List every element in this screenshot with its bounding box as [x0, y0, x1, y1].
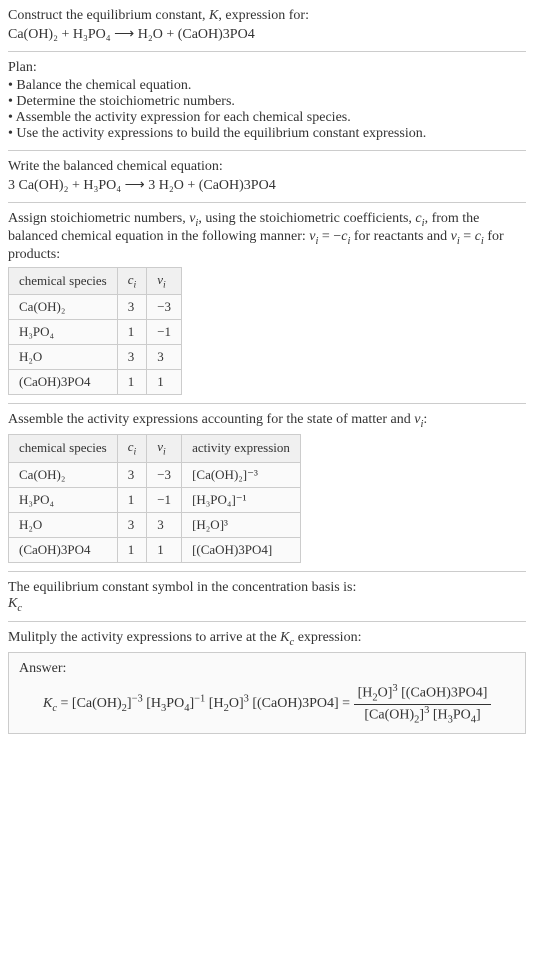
answer-expression: Kc = [Ca(OH)2]−3 [H3PO4]−1 [H2O]3 [(CaOH… [19, 683, 515, 725]
answer-fraction: [H2O]3 [(CaOH)3PO4] [Ca(OH)2]3 [H3PO4] [354, 683, 492, 725]
balanced-equation: 3 Ca(OH)₂ + H₃PO₄ ⟶ 3 H₂O + (CaOH)3PO4 [8, 177, 526, 194]
kc-symbol: Kc [8, 596, 526, 614]
table-row: H₃PO₄ 1 −1 [H₃PO₄]⁻¹ [9, 487, 301, 512]
table-row: H₂O 3 3 [H₂O]³ [9, 512, 301, 537]
table-row: Ca(OH)₂ 3 −3 [Ca(OH)₂]⁻³ [9, 462, 301, 487]
plan-heading: Plan: [8, 60, 526, 76]
fraction-denominator: [Ca(OH)2]3 [H3PO4] [354, 705, 492, 725]
col-species: chemical species [9, 434, 118, 462]
plan-section: Plan: Balance the chemical equation. Det… [8, 60, 526, 142]
plan-item: Assemble the activity expression for eac… [8, 110, 526, 126]
stoich-table: chemical species ci νi Ca(OH)₂ 3 −3 H₃PO… [8, 267, 182, 396]
table-row: H₂O 3 3 [9, 345, 182, 370]
plan-item: Use the activity expressions to build th… [8, 126, 526, 142]
plan-item: Determine the stoichiometric numbers. [8, 94, 526, 110]
table-row: (CaOH)3PO4 1 1 [(CaOH)3PO4] [9, 537, 301, 562]
multiply-section: Mulitply the activity expressions to arr… [8, 630, 526, 734]
stoich-section: Assign stoichiometric numbers, νi, using… [8, 211, 526, 395]
stoich-text: Assign stoichiometric numbers, νi, using… [8, 211, 526, 263]
activity-table: chemical species ci νi activity expressi… [8, 434, 301, 563]
col-vi: νi [147, 434, 182, 462]
plan-item: Balance the chemical equation. [8, 78, 526, 94]
problem-statement: Construct the equilibrium constant, K, e… [8, 8, 526, 43]
divider [8, 571, 526, 572]
symbol-text: The equilibrium constant symbol in the c… [8, 580, 526, 596]
fraction-numerator: [H2O]3 [(CaOH)3PO4] [354, 683, 492, 704]
col-species: chemical species [9, 267, 118, 295]
symbol-section: The equilibrium constant symbol in the c… [8, 580, 526, 614]
col-ci: ci [117, 434, 147, 462]
problem-intro: Construct the equilibrium constant, K, e… [8, 8, 526, 24]
multiply-text: Mulitply the activity expressions to arr… [8, 630, 526, 648]
col-vi: νi [147, 267, 182, 295]
activity-text: Assemble the activity expressions accoun… [8, 412, 526, 430]
divider [8, 51, 526, 52]
col-ci: ci [117, 267, 147, 295]
table-row: H₃PO₄ 1 −1 [9, 320, 182, 345]
answer-box: Answer: Kc = [Ca(OH)2]−3 [H3PO4]−1 [H2O]… [8, 652, 526, 734]
table-row: Ca(OH)₂ 3 −3 [9, 295, 182, 320]
balanced-equation-section: Write the balanced chemical equation: 3 … [8, 159, 526, 194]
divider [8, 621, 526, 622]
plan-list: Balance the chemical equation. Determine… [8, 78, 526, 142]
balanced-heading: Write the balanced chemical equation: [8, 159, 526, 175]
divider [8, 150, 526, 151]
divider [8, 403, 526, 404]
activity-section: Assemble the activity expressions accoun… [8, 412, 526, 562]
table-row: (CaOH)3PO4 1 1 [9, 370, 182, 395]
unbalanced-equation: Ca(OH)₂ + H₃PO₄ ⟶ H₂O + (CaOH)3PO4 [8, 26, 526, 43]
answer-label: Answer: [19, 661, 515, 677]
col-activity: activity expression [182, 434, 301, 462]
divider [8, 202, 526, 203]
